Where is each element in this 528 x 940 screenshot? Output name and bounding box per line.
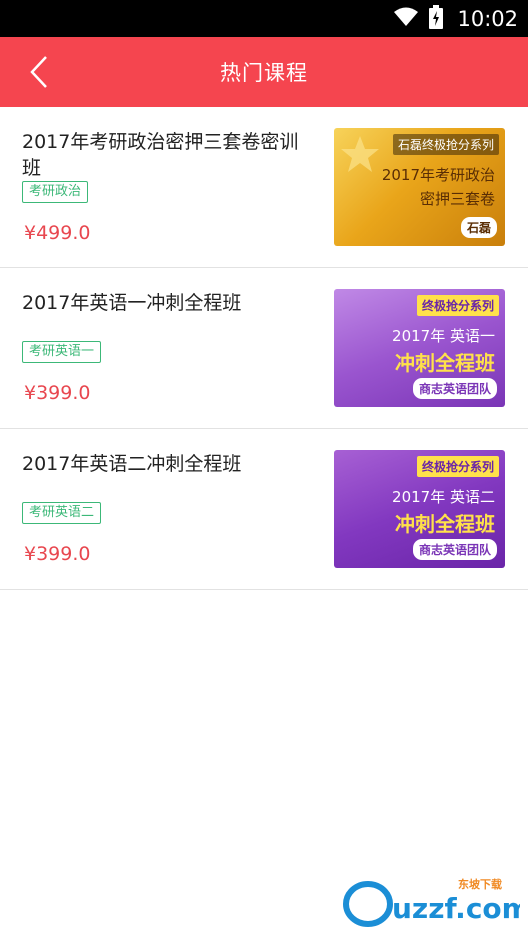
star-icon [341,136,379,172]
thumb-series-label: 终极抢分系列 [416,456,499,477]
course-thumbnail[interactable]: 石磊终极抢分系列 2017年考研政治 密押三套卷 石磊 [334,128,505,246]
course-tag: 考研英语一 [22,341,102,363]
thumb-line-2: 密押三套卷 [419,190,495,208]
thumb-badge: 石磊 [460,217,497,238]
course-item[interactable]: 2017年考研政治密押三套卷密训班 考研政治 ¥499.0 石磊终极抢分系列 2… [0,107,528,268]
watermark-subtext: 东坡下载 [458,877,502,891]
course-price: ¥499.0 [24,222,91,244]
course-tag: 考研政治 [22,181,89,203]
status-bar: 10:02 [0,0,528,37]
course-title: 2017年考研政治密押三套卷密训班 [22,131,299,179]
header-bar: 热门课程 [0,37,528,107]
course-title: 2017年英语二冲刺全程班 [22,453,242,475]
thumb-line-1: 2017年 英语二 [392,488,495,506]
course-price: ¥399.0 [24,382,91,404]
thumb-badge: 商志英语团队 [412,378,497,399]
course-price: ¥399.0 [24,543,91,565]
page-title: 热门课程 [220,61,308,85]
course-list: 2017年考研政治密押三套卷密训班 考研政治 ¥499.0 石磊终极抢分系列 2… [0,107,528,590]
course-item[interactable]: 2017年英语二冲刺全程班 考研英语二 ¥399.0 终极抢分系列 2017年 … [0,429,528,590]
status-time: 10:02 [457,6,518,31]
course-thumbnail[interactable]: 终极抢分系列 2017年 英语二 冲刺全程班 商志英语团队 [334,450,505,568]
watermark-logo: uzzf.com 东坡下载 [340,874,528,930]
thumb-line-1: 2017年 英语一 [392,327,495,345]
thumb-line-1: 2017年考研政治 [381,166,495,184]
course-thumbnail[interactable]: 终极抢分系列 2017年 英语一 冲刺全程班 商志英语团队 [334,289,505,407]
thumb-badge: 商志英语团队 [412,539,497,560]
thumb-series-label: 终极抢分系列 [416,295,499,316]
back-button[interactable] [18,51,60,93]
watermark-text: uzzf.com [392,892,520,925]
course-title: 2017年英语一冲刺全程班 [22,292,242,314]
battery-icon [429,4,444,33]
course-tag: 考研英语二 [22,502,102,524]
thumb-line-2: 冲刺全程班 [395,512,495,536]
wifi-icon [393,7,419,31]
course-item[interactable]: 2017年英语一冲刺全程班 考研英语一 ¥399.0 终极抢分系列 2017年 … [0,268,528,429]
thumb-line-2: 冲刺全程班 [395,351,495,375]
chevron-left-icon [30,56,47,88]
thumb-series-label: 石磊终极抢分系列 [392,134,499,155]
